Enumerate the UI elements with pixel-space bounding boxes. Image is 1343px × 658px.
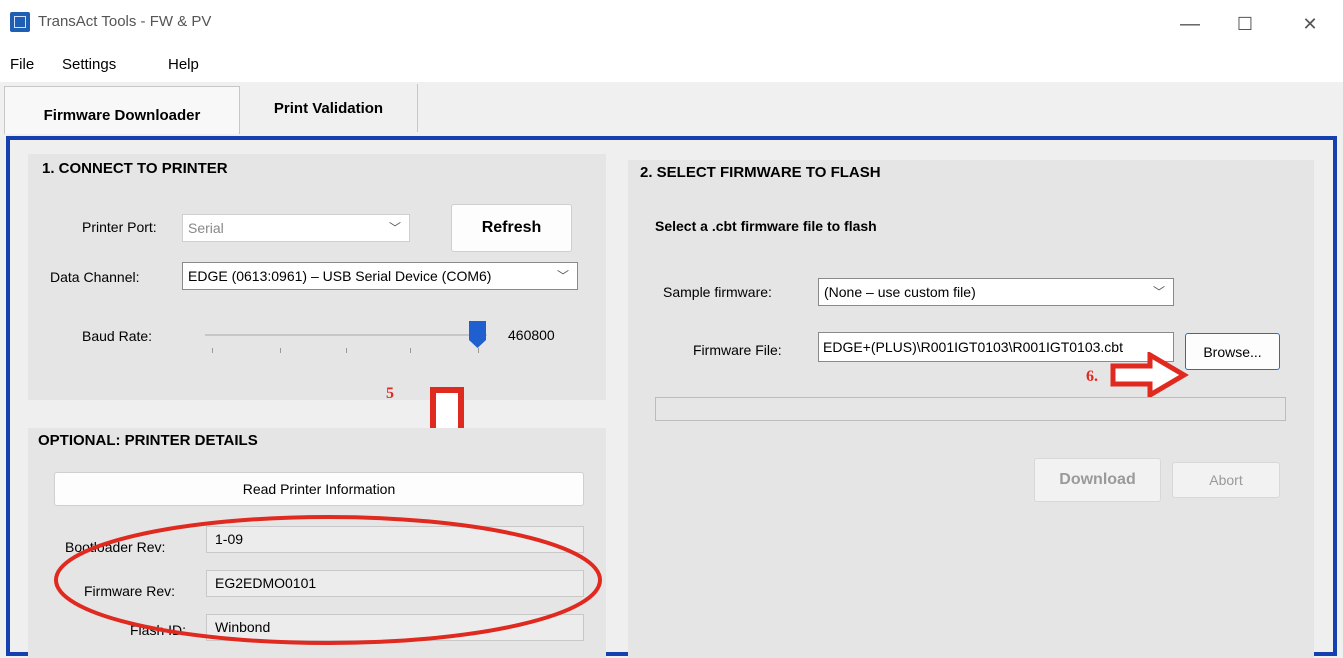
chevron-down-icon: ﹀ [1152,285,1165,299]
refresh-button[interactable]: Refresh [451,204,572,252]
slider-tick [280,348,281,353]
data-channel-value: EDGE (0613:0961) – USB Serial Device (CO… [188,268,492,284]
slider-tick [410,348,411,353]
menu-bar [0,48,1343,82]
abort-button[interactable]: Abort [1172,462,1280,498]
download-progress-bar [655,397,1286,421]
annotation-step-6: 6. [1086,368,1098,385]
app-icon [10,12,30,32]
annotation-step-5: 5 [386,385,394,402]
details-title: OPTIONAL: PRINTER DETAILS [38,432,258,449]
download-button[interactable]: Download [1034,458,1161,502]
menu-file[interactable]: File [10,56,34,73]
firmware-file-label: Firmware File: [693,342,782,358]
slider-tick [346,348,347,353]
maximize-button[interactable]: ☐ [1225,10,1265,38]
minimize-button[interactable]: — [1170,10,1210,38]
read-printer-info-button[interactable]: Read Printer Information [54,472,584,506]
select-subtitle: Select a .cbt firmware file to flash [655,218,877,234]
tab-firmware-downloader[interactable]: Firmware Downloader [4,86,240,134]
slider-tick [212,348,213,353]
data-channel-label: Data Channel: [50,269,140,285]
tab-print-validation[interactable]: Print Validation [240,84,418,132]
sample-firmware-select[interactable]: (None – use custom file) ﹀ [818,278,1174,306]
browse-button[interactable]: Browse... [1185,333,1280,370]
baud-rate-value: 460800 [508,327,555,343]
data-channel-select[interactable]: EDGE (0613:0961) – USB Serial Device (CO… [182,262,578,290]
annotation-highlight-ellipse [54,515,602,645]
printer-port-select[interactable]: Serial ﹀ [182,214,410,242]
select-title: 2. SELECT FIRMWARE TO FLASH [640,164,881,181]
printer-port-label: Printer Port: [82,219,157,235]
baud-slider-track[interactable] [205,334,487,336]
menu-settings[interactable]: Settings [62,56,116,73]
chevron-down-icon: ﹀ [556,269,569,283]
baud-rate-label: Baud Rate: [82,328,153,344]
connect-title: 1. CONNECT TO PRINTER [42,160,228,177]
baud-slider-thumb[interactable] [468,320,488,350]
sample-firmware-label: Sample firmware: [663,284,772,300]
close-button[interactable]: ✕ [1290,10,1330,38]
window-title: TransAct Tools - FW & PV [38,13,212,30]
annotation-right-arrow-icon [1110,352,1189,398]
printer-port-value: Serial [188,220,224,236]
chevron-down-icon: ﹀ [388,221,401,235]
menu-help[interactable]: Help [168,56,199,73]
sample-firmware-value: (None – use custom file) [824,284,976,300]
